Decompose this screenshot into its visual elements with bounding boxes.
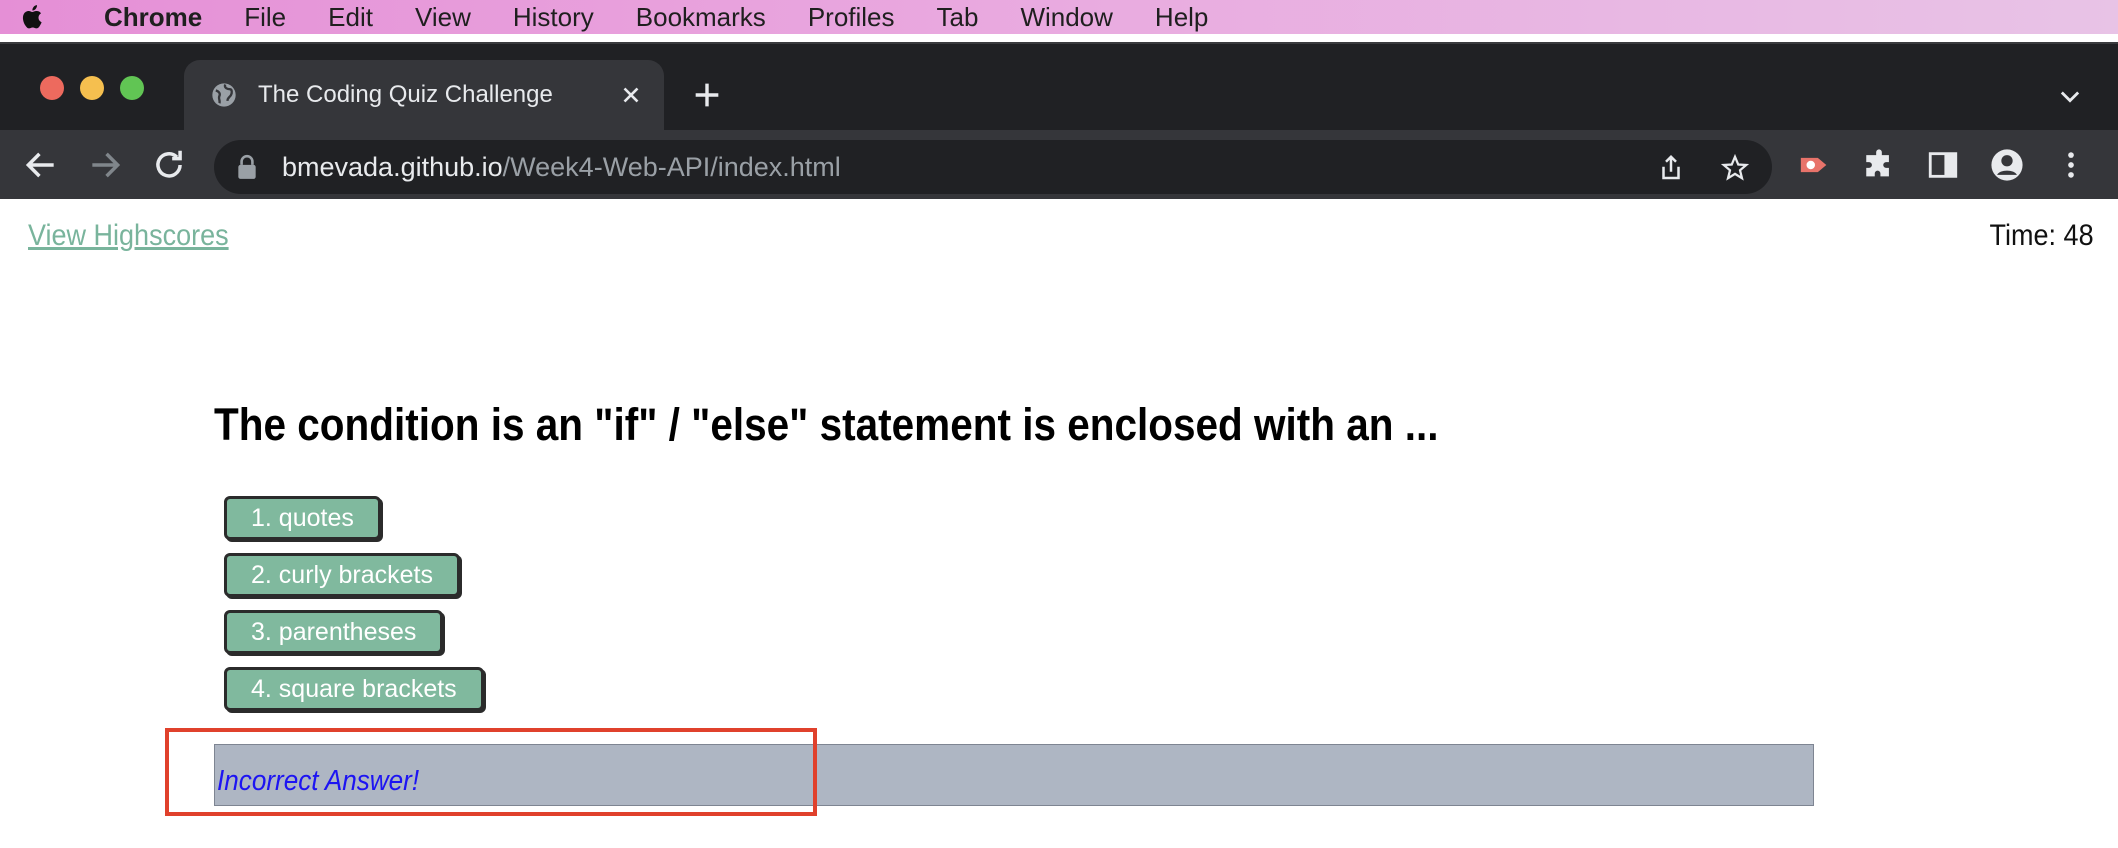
- browser-window-chrome: The Coding Quiz Challenge bmevada.github…: [0, 42, 2118, 201]
- side-panel-icon[interactable]: [1926, 148, 1960, 182]
- question-title: The condition is an "if" / "else" statem…: [214, 399, 1439, 450]
- browser-toolbar: bmevada.github.io/Week4-Web-API/index.ht…: [0, 130, 2118, 201]
- url-text[interactable]: bmevada.github.io/Week4-Web-API/index.ht…: [282, 140, 841, 194]
- menu-edit[interactable]: Edit: [328, 0, 373, 34]
- page-content: View Highscores Time: 48 The condition i…: [0, 199, 2118, 848]
- url-host: bmevada.github.io: [282, 152, 503, 182]
- menu-window[interactable]: Window: [1020, 0, 1112, 34]
- menu-profiles[interactable]: Profiles: [808, 0, 895, 34]
- address-bar[interactable]: bmevada.github.io/Week4-Web-API/index.ht…: [214, 140, 1772, 194]
- macos-menu-bar: Chrome File Edit View History Bookmarks …: [0, 0, 2118, 34]
- globe-icon: [212, 83, 236, 107]
- more-icon[interactable]: [2054, 148, 2088, 182]
- star-icon[interactable]: [1720, 153, 1750, 183]
- menu-history[interactable]: History: [513, 0, 594, 34]
- plus-icon[interactable]: [690, 78, 724, 112]
- lock-icon[interactable]: [236, 154, 258, 180]
- answer-button-curly-brackets[interactable]: 2. curly brackets: [224, 553, 461, 597]
- close-icon[interactable]: [618, 82, 644, 108]
- annotation-highlight-box: [165, 728, 817, 816]
- answer-button-parentheses[interactable]: 3. parentheses: [224, 610, 444, 654]
- chevron-down-icon[interactable]: [2056, 82, 2084, 110]
- profile-icon[interactable]: [1990, 148, 2024, 182]
- forward-icon[interactable]: [86, 146, 124, 184]
- answer-button-square-brackets[interactable]: 4. square brackets: [224, 667, 484, 711]
- zoom-window-button[interactable]: [120, 76, 144, 100]
- url-path: /Week4-Web-API/index.html: [502, 152, 841, 182]
- menu-help[interactable]: Help: [1155, 0, 1208, 34]
- menu-file[interactable]: File: [244, 0, 286, 34]
- quiz-timer: Time: 48: [1989, 219, 2094, 252]
- menu-tab[interactable]: Tab: [937, 0, 979, 34]
- share-icon[interactable]: [1656, 153, 1686, 183]
- puzzle-icon[interactable]: [1862, 148, 1896, 182]
- answer-button-quotes[interactable]: 1. quotes: [224, 496, 381, 540]
- menu-bookmarks[interactable]: Bookmarks: [636, 0, 766, 34]
- menu-view[interactable]: View: [415, 0, 471, 34]
- view-highscores-link[interactable]: View Highscores: [28, 219, 229, 253]
- menu-app-chrome[interactable]: Chrome: [104, 0, 202, 34]
- reload-icon[interactable]: [150, 146, 188, 184]
- back-icon[interactable]: [22, 146, 60, 184]
- minimize-window-button[interactable]: [80, 76, 104, 100]
- tab-title: The Coding Quiz Challenge: [258, 81, 553, 108]
- apple-icon[interactable]: [18, 2, 48, 32]
- browser-tab[interactable]: The Coding Quiz Challenge: [184, 60, 664, 130]
- close-window-button[interactable]: [40, 76, 64, 100]
- screencast-extension-icon[interactable]: [1798, 148, 1832, 182]
- answer-list: 1. quotes 2. curly brackets 3. parenthes…: [224, 496, 484, 724]
